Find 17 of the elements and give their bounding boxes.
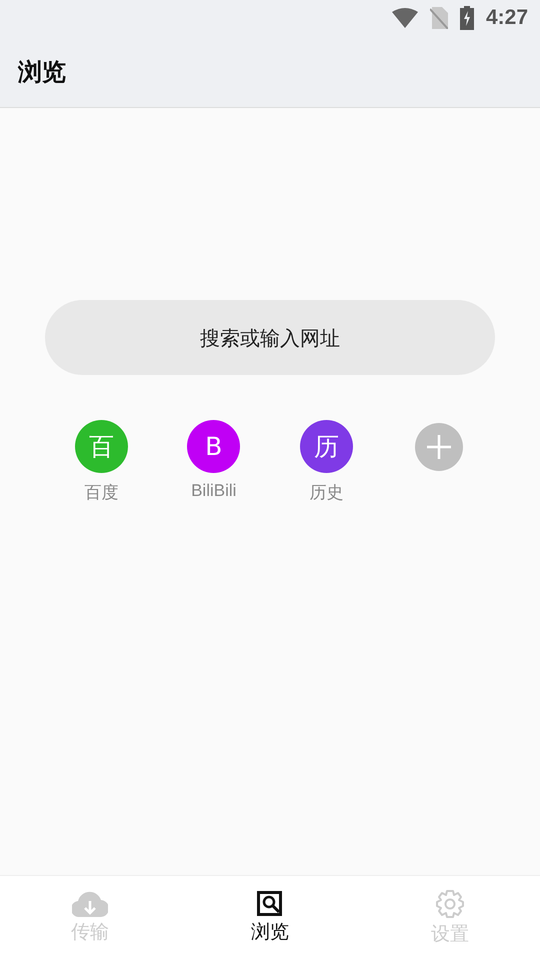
battery-charging-icon <box>460 6 474 30</box>
shortcut-button[interactable]: 历 <box>300 420 353 473</box>
nav-tab[interactable]: 浏览 <box>180 876 360 960</box>
cloud-download-icon <box>72 891 108 917</box>
status-time: 4:27 <box>486 6 528 30</box>
shortcut-label: BiliBili <box>191 481 236 501</box>
settings-icon <box>435 889 465 919</box>
search-icon <box>257 891 283 917</box>
page-title: 浏览 <box>18 56 66 88</box>
add-shortcut-button[interactable] <box>414 423 463 471</box>
no-sim-icon <box>430 7 448 29</box>
wifi-icon <box>392 8 418 28</box>
shortcut-button[interactable]: 百 <box>74 420 128 473</box>
shortcut-label: 百度 <box>84 482 118 504</box>
shortcut-label: 历史 <box>309 482 344 504</box>
shortcut-button[interactable]: B <box>187 420 240 473</box>
search-field[interactable]: 搜索或输入网址 <box>45 300 495 375</box>
